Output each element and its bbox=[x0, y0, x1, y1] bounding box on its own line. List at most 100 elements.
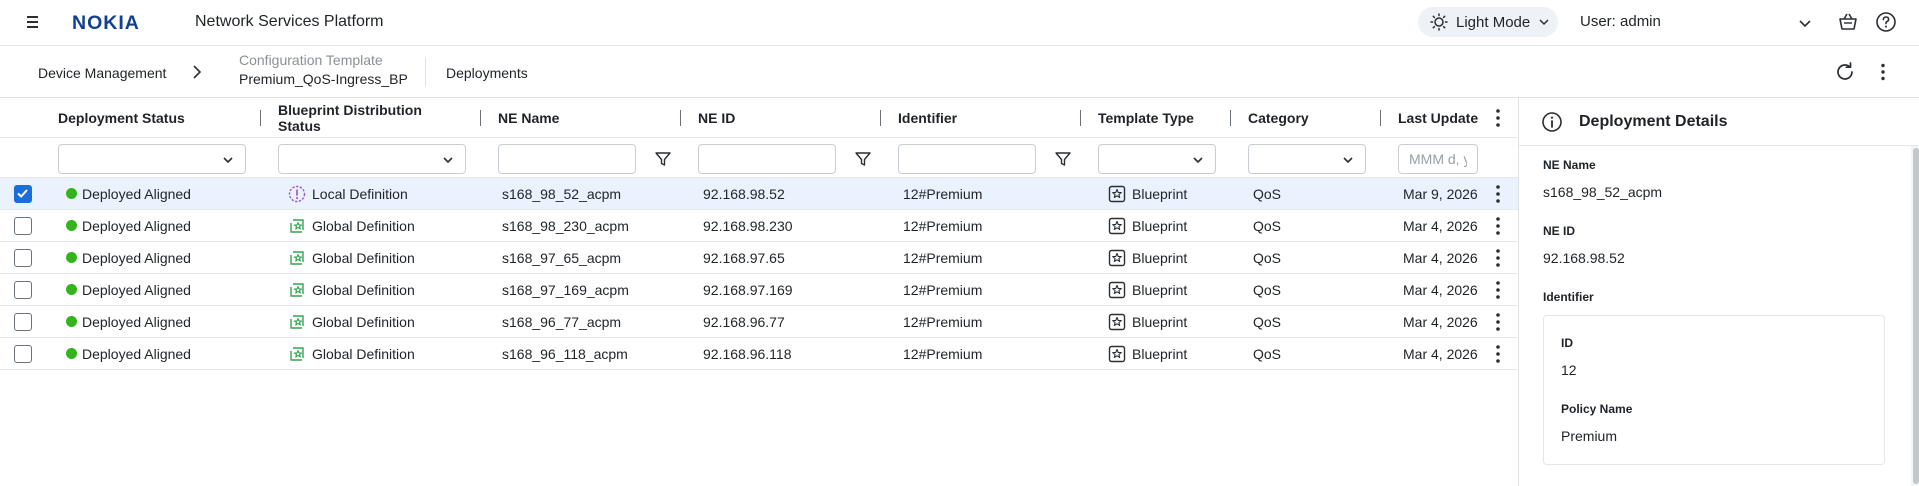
blueprint-status-filter[interactable] bbox=[278, 144, 466, 174]
chevron-right-icon bbox=[193, 65, 202, 79]
panel-scrollbar[interactable] bbox=[1913, 148, 1919, 484]
breadcrumb-configuration-template[interactable]: Configuration Template Premium_QoS-Ingre… bbox=[239, 52, 408, 87]
row-menu-icon[interactable] bbox=[1488, 310, 1508, 334]
blueprint-status-cell: Global Definition bbox=[288, 306, 478, 337]
row-checkbox[interactable] bbox=[14, 313, 32, 331]
info-icon bbox=[1542, 112, 1562, 132]
row-menu-icon[interactable] bbox=[1488, 214, 1508, 238]
row-menu-icon[interactable] bbox=[1488, 342, 1508, 366]
col-header-ne-id[interactable]: NE ID bbox=[698, 98, 878, 138]
column-menu-icon[interactable] bbox=[1488, 106, 1508, 130]
row-menu-icon[interactable] bbox=[1488, 278, 1508, 302]
ne-id-cell: 92.168.98.52 bbox=[703, 185, 785, 202]
chevron-down-icon bbox=[223, 157, 233, 164]
column-resize-handle[interactable] bbox=[260, 110, 261, 126]
template-type-text: Blueprint bbox=[1132, 313, 1188, 330]
row-checkbox[interactable] bbox=[14, 345, 32, 363]
ne-name-cell: s168_98_52_acpm bbox=[502, 185, 622, 202]
filter-row bbox=[0, 138, 1518, 178]
panel-header: Deployment Details bbox=[1519, 98, 1919, 146]
col-header-template-type[interactable]: Template Type bbox=[1098, 98, 1218, 138]
status-dot bbox=[66, 252, 77, 263]
ne-id-label: NE ID bbox=[1543, 224, 1576, 238]
blueprint-star-icon bbox=[1108, 185, 1126, 202]
col-header-blueprint-status[interactable]: Blueprint Distribution Status bbox=[278, 98, 468, 138]
hamburger-icon[interactable] bbox=[22, 12, 42, 32]
col-header-last-update[interactable]: Last Update bbox=[1398, 98, 1478, 138]
column-resize-handle[interactable] bbox=[680, 110, 681, 126]
last-update-cell: Mar 4, 2026 bbox=[1403, 281, 1478, 298]
funnel-icon[interactable] bbox=[654, 150, 672, 168]
template-type-filter[interactable] bbox=[1098, 144, 1216, 174]
ne-name-label: NE Name bbox=[1543, 158, 1596, 172]
table-row[interactable]: Deployed Aligned Global Definition s168_96… bbox=[0, 338, 1518, 370]
row-checkbox[interactable] bbox=[14, 185, 32, 203]
category-cell: QoS bbox=[1253, 281, 1282, 298]
theme-toggle-button[interactable]: Light Mode bbox=[1418, 7, 1558, 37]
column-resize-handle[interactable] bbox=[880, 110, 881, 126]
help-icon[interactable] bbox=[1875, 11, 1897, 33]
ne-name-cell: s168_97_65_acpm bbox=[502, 249, 622, 266]
blueprint-status-text: Global Definition bbox=[312, 217, 415, 234]
ne-id-filter-input[interactable] bbox=[698, 144, 836, 174]
blueprint-status-text: Local Definition bbox=[312, 185, 408, 202]
ne-name-filter-input[interactable] bbox=[498, 144, 636, 174]
template-type-text: Blueprint bbox=[1132, 345, 1188, 362]
column-resize-handle[interactable] bbox=[1230, 110, 1231, 126]
breadcrumb-divider bbox=[425, 58, 426, 86]
row-checkbox[interactable] bbox=[14, 281, 32, 299]
identifier-cell: 12#Premium bbox=[903, 249, 983, 266]
row-menu-icon[interactable] bbox=[1488, 182, 1508, 206]
breadcrumb-device-management[interactable]: Device Management bbox=[38, 65, 166, 81]
identifier-cell: 12#Premium bbox=[903, 185, 983, 202]
last-update-cell: Mar 4, 2026 bbox=[1403, 313, 1478, 330]
row-checkbox[interactable] bbox=[14, 249, 32, 267]
table-header: Deployment Status Blueprint Distribution… bbox=[0, 98, 1518, 138]
table-row[interactable]: Deployed Aligned Global Definition s168_98… bbox=[0, 210, 1518, 242]
checkmark-icon bbox=[17, 189, 28, 198]
deployment-status-filter[interactable] bbox=[58, 144, 246, 174]
col-header-category[interactable]: Category bbox=[1248, 98, 1368, 138]
global-definition-icon bbox=[290, 218, 304, 233]
deployment-status-cell: Deployed Aligned bbox=[66, 274, 256, 305]
more-vertical-icon[interactable] bbox=[1872, 61, 1894, 83]
last-update-date-filter[interactable] bbox=[1398, 144, 1478, 174]
ne-id-value: 92.168.98.52 bbox=[1543, 250, 1625, 266]
funnel-icon[interactable] bbox=[1054, 150, 1072, 168]
table-row[interactable]: Deployed Aligned Global Definition s168_97… bbox=[0, 242, 1518, 274]
template-type-text: Blueprint bbox=[1132, 185, 1188, 202]
basket-icon[interactable] bbox=[1837, 11, 1859, 33]
category-cell: QoS bbox=[1253, 313, 1282, 330]
user-menu-chevron-icon[interactable] bbox=[1795, 13, 1815, 33]
panel-title: Deployment Details bbox=[1579, 113, 1728, 130]
refresh-icon[interactable] bbox=[1834, 61, 1856, 83]
blueprint-status-text: Global Definition bbox=[312, 249, 415, 266]
col-header-deployment-status[interactable]: Deployment Status bbox=[58, 98, 248, 138]
column-resize-handle[interactable] bbox=[480, 110, 481, 126]
row-checkbox[interactable] bbox=[14, 217, 32, 235]
chevron-down-icon bbox=[1343, 157, 1353, 164]
ne-name-cell: s168_98_230_acpm bbox=[502, 217, 629, 234]
funnel-icon[interactable] bbox=[854, 150, 872, 168]
deployment-status-cell: Deployed Aligned bbox=[66, 242, 256, 273]
last-update-cell: Mar 4, 2026 bbox=[1403, 249, 1478, 266]
identifier-cell: 12#Premium bbox=[903, 217, 983, 234]
template-type-text: Blueprint bbox=[1132, 249, 1188, 266]
status-dot bbox=[66, 316, 77, 327]
col-header-identifier[interactable]: Identifier bbox=[898, 98, 1078, 138]
identifier-cell: 12#Premium bbox=[903, 345, 983, 362]
table-row[interactable]: Deployed Aligned Global Definition s168_96… bbox=[0, 306, 1518, 338]
category-filter[interactable] bbox=[1248, 144, 1366, 174]
blueprint-status-cell: Local Definition bbox=[288, 178, 478, 209]
column-resize-handle[interactable] bbox=[1380, 110, 1381, 126]
chevron-down-icon bbox=[443, 157, 453, 164]
identifier-filter-input[interactable] bbox=[898, 144, 1036, 174]
status-text: Deployed Aligned bbox=[82, 281, 191, 298]
row-menu-icon[interactable] bbox=[1488, 246, 1508, 270]
identifier-label: Identifier bbox=[1543, 290, 1594, 304]
col-header-ne-name[interactable]: NE Name bbox=[498, 98, 678, 138]
table-row[interactable]: Deployed Aligned Global Definition s168_97… bbox=[0, 274, 1518, 306]
table-row[interactable]: Deployed Aligned Local Definition s168_98_… bbox=[0, 178, 1518, 210]
column-resize-handle[interactable] bbox=[1080, 110, 1081, 126]
user-label: User: admin bbox=[1580, 13, 1661, 30]
